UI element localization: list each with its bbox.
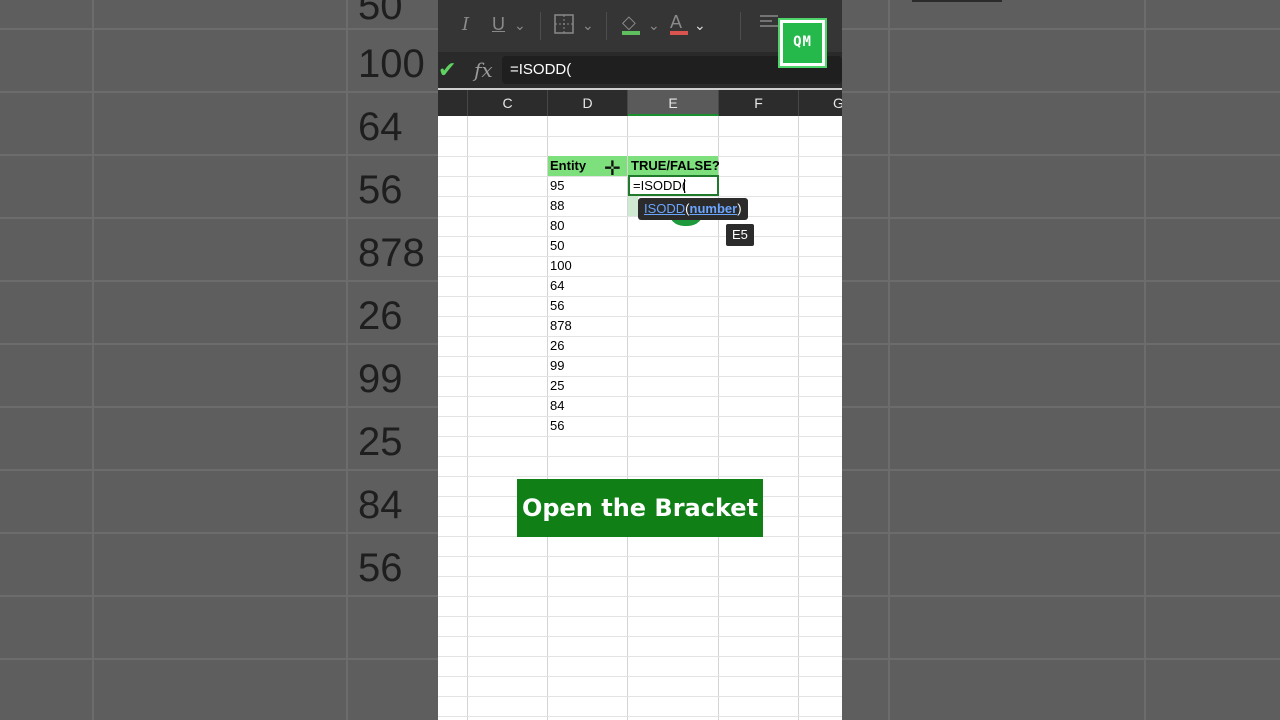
align-icon[interactable] bbox=[760, 14, 778, 35]
bg-number: 100 bbox=[358, 42, 425, 86]
bg-grid-line bbox=[888, 0, 890, 720]
column-header-e[interactable]: E bbox=[628, 90, 719, 116]
entity-cell[interactable]: 50 bbox=[550, 236, 564, 256]
bg-number: 56 bbox=[358, 168, 403, 212]
grid-row-line bbox=[438, 676, 842, 677]
active-cell-e5[interactable]: =ISODD( bbox=[628, 175, 719, 196]
function-argument-link[interactable]: number bbox=[690, 201, 738, 216]
column-header-d[interactable]: D bbox=[548, 90, 628, 116]
column-header-f[interactable]: F bbox=[719, 90, 799, 116]
toolbar-separator bbox=[606, 12, 607, 40]
bg-number: 50 bbox=[358, 0, 403, 28]
grid-row-line bbox=[438, 436, 842, 437]
column-header-row: C D E F G bbox=[438, 90, 842, 116]
entity-cell[interactable]: 80 bbox=[550, 216, 564, 236]
grid-column-line bbox=[467, 116, 468, 720]
selection-extension bbox=[628, 196, 638, 216]
entity-cell[interactable]: 26 bbox=[550, 336, 564, 356]
chevron-down-icon[interactable]: ⌄ bbox=[582, 17, 594, 34]
bg-toolbar-remnant bbox=[912, 0, 1002, 2]
grid-row-line bbox=[438, 636, 842, 637]
bg-number: 26 bbox=[358, 294, 403, 338]
grid-row-line bbox=[438, 336, 842, 337]
bg-number: 99 bbox=[358, 357, 403, 401]
bg-number: 84 bbox=[358, 483, 403, 527]
cell-reference-tip: E5 bbox=[726, 224, 754, 246]
grid-row-line bbox=[438, 256, 842, 257]
bg-number: 25 bbox=[358, 420, 403, 464]
grid-row-line bbox=[438, 716, 842, 717]
confirm-check-icon[interactable]: ✔ bbox=[438, 57, 456, 83]
bg-number: 878 bbox=[358, 231, 425, 275]
entity-cell[interactable]: 95 bbox=[550, 176, 564, 196]
fill-color-icon[interactable]: ◇ bbox=[622, 12, 640, 35]
column-header-b[interactable] bbox=[438, 90, 468, 116]
entity-cell[interactable]: 56 bbox=[550, 416, 564, 436]
grid-row-line bbox=[438, 556, 842, 557]
paint-bucket-icon: ◇ bbox=[622, 12, 636, 32]
active-cell-text: =ISODD( bbox=[633, 178, 687, 193]
entity-cell[interactable]: 99 bbox=[550, 356, 564, 376]
entity-cell[interactable]: 878 bbox=[550, 316, 572, 336]
bg-grid-line bbox=[1144, 0, 1146, 720]
bg-number: 56 bbox=[358, 546, 403, 590]
chevron-down-icon[interactable]: ⌄ bbox=[648, 17, 660, 34]
grid-row-line bbox=[438, 356, 842, 357]
grid-row-line bbox=[438, 416, 842, 417]
grid-row-line bbox=[438, 316, 842, 317]
grid-row-line bbox=[438, 236, 842, 237]
function-name-link[interactable]: ISODD bbox=[644, 201, 685, 216]
font-color-letter: A bbox=[670, 12, 683, 32]
grid-row-line bbox=[438, 616, 842, 617]
grid-row-line bbox=[438, 656, 842, 657]
grid-row-line bbox=[438, 196, 842, 197]
bg-grid-line bbox=[346, 0, 348, 720]
grid-row-line bbox=[438, 596, 842, 597]
chevron-down-icon[interactable]: ⌄ bbox=[514, 17, 526, 34]
bg-grid-line bbox=[92, 0, 94, 720]
grid-row-line bbox=[438, 456, 842, 457]
grid-row-line bbox=[438, 476, 842, 477]
header-entity-label: Entity bbox=[550, 158, 587, 173]
caption-banner: Open the Bracket bbox=[517, 479, 763, 537]
toolbar-separator bbox=[540, 12, 541, 40]
underline-icon[interactable]: U bbox=[492, 14, 505, 35]
column-header-c[interactable]: C bbox=[468, 90, 548, 116]
borders-icon[interactable] bbox=[554, 14, 574, 39]
entity-cell[interactable]: 64 bbox=[550, 276, 564, 296]
grid-row-line bbox=[438, 376, 842, 377]
italic-icon[interactable]: I bbox=[462, 14, 469, 35]
entity-cell[interactable]: 100 bbox=[550, 256, 572, 276]
chevron-down-icon[interactable]: ⌄ bbox=[694, 17, 706, 34]
entity-cell[interactable]: 56 bbox=[550, 296, 564, 316]
grid-row-line bbox=[438, 136, 842, 137]
grid-row-line bbox=[438, 396, 842, 397]
entity-cell[interactable]: 25 bbox=[550, 376, 564, 396]
grid-row-line bbox=[438, 696, 842, 697]
grid-row-line bbox=[438, 576, 842, 577]
font-color-icon[interactable]: A bbox=[670, 12, 688, 35]
grid-row-line bbox=[438, 296, 842, 297]
grid-row-line bbox=[438, 276, 842, 277]
entity-cell[interactable]: 88 bbox=[550, 196, 564, 216]
spreadsheet-app: I U ⌄ ⌄ ◇ ⌄ A ⌄ ✔ fx =ISODD( C D E F G E… bbox=[438, 0, 842, 720]
header-true-false-label: TRUE/FALSE? bbox=[631, 158, 720, 173]
text-caret bbox=[684, 179, 685, 193]
tooltip-close-paren: ) bbox=[737, 201, 742, 216]
function-hint-tooltip[interactable]: ISODD(number) bbox=[638, 198, 748, 220]
toolbar-separator bbox=[740, 12, 741, 40]
grid-column-line bbox=[798, 116, 799, 720]
sheet-grid[interactable]: Entity TRUE/FALSE? ✛ 95 88 80 50 100 64 … bbox=[438, 116, 842, 720]
entity-cell[interactable]: 84 bbox=[550, 396, 564, 416]
cross-cursor-icon: ✛ bbox=[604, 158, 621, 180]
column-header-g[interactable]: G bbox=[799, 90, 842, 116]
grid-column-line bbox=[547, 116, 548, 720]
bg-number: 64 bbox=[358, 105, 403, 149]
channel-logo: QM bbox=[778, 18, 827, 68]
logo-text: QM bbox=[783, 23, 822, 63]
fx-icon[interactable]: fx bbox=[474, 58, 493, 82]
